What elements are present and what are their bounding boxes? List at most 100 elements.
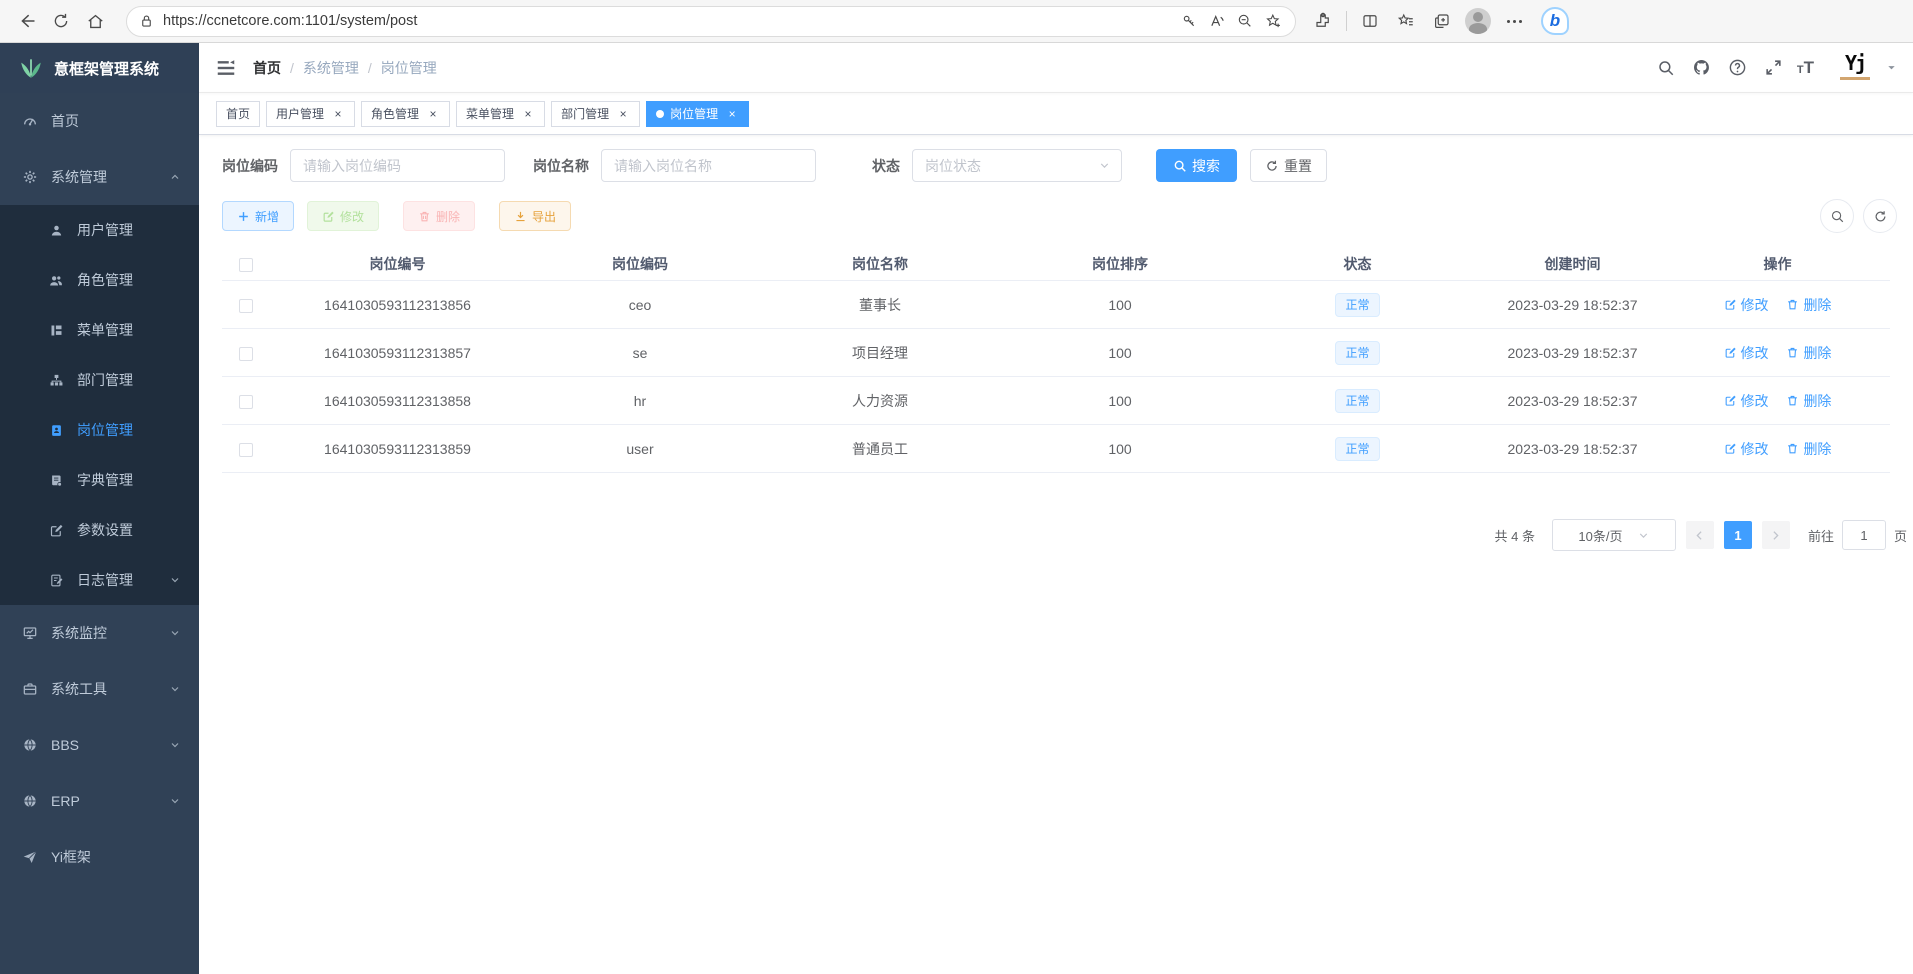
sidebar-item-logs[interactable]: 日志管理 — [0, 555, 199, 605]
sidebar-item-system[interactable]: 系统管理 — [0, 149, 199, 205]
page-1-button[interactable]: 1 — [1724, 521, 1752, 549]
github-button[interactable] — [1689, 55, 1715, 81]
collections-button[interactable] — [1425, 4, 1459, 38]
cell-post-id: 1641030593112313856 — [270, 297, 525, 313]
cell-post-name: 项目经理 — [755, 343, 1005, 363]
status-select[interactable]: 岗位状态 — [912, 149, 1122, 182]
tab-posts-active[interactable]: 岗位管理× — [646, 101, 749, 127]
toggle-search-button[interactable] — [1820, 199, 1854, 233]
fullscreen-button[interactable] — [1761, 55, 1787, 81]
search-button[interactable]: 搜索 — [1156, 149, 1237, 182]
close-icon[interactable]: × — [426, 107, 440, 121]
user-menu-caret[interactable] — [1886, 62, 1897, 73]
github-icon — [1692, 58, 1711, 77]
goto-page-input[interactable] — [1842, 520, 1886, 550]
help-icon — [1728, 58, 1747, 77]
cell-actions: 修改 删除 — [1665, 343, 1890, 363]
sidebar-item-dictionary[interactable]: 字典管理 — [0, 455, 199, 505]
sidebar-item-home[interactable]: 首页 — [0, 93, 199, 149]
prev-page-button[interactable] — [1686, 521, 1714, 549]
add-button[interactable]: 新增 — [222, 201, 294, 231]
row-delete-link[interactable]: 删除 — [1786, 343, 1831, 363]
next-page-button[interactable] — [1762, 521, 1790, 549]
post-name-input[interactable] — [601, 149, 816, 182]
cell-post-sort: 100 — [1005, 441, 1235, 457]
row-edit-link[interactable]: 修改 — [1724, 439, 1769, 459]
close-icon[interactable]: × — [331, 107, 345, 121]
address-bar[interactable]: https://ccnetcore.com:1101/system/post — [126, 6, 1296, 37]
sidebar-item-yi-framework[interactable]: Yi框架 — [0, 829, 199, 885]
page-size-select[interactable]: 10条/页 — [1552, 519, 1676, 551]
home-icon — [86, 12, 105, 31]
home-button[interactable] — [78, 4, 112, 38]
profile-button[interactable] — [1461, 4, 1495, 38]
cell-post-id: 1641030593112313858 — [270, 393, 525, 409]
sidebar-item-users[interactable]: 用户管理 — [0, 205, 199, 255]
breadcrumb-home[interactable]: 首页 — [253, 58, 281, 78]
back-button[interactable] — [10, 4, 44, 38]
sidebar-item-bbs[interactable]: BBS — [0, 717, 199, 773]
select-all-checkbox[interactable] — [239, 258, 253, 272]
favorites-hub-button[interactable] — [1389, 4, 1423, 38]
sidebar-item-roles[interactable]: 角色管理 — [0, 255, 199, 305]
fold-icon — [215, 57, 237, 79]
read-aloud-button[interactable] — [1203, 7, 1231, 35]
favorite-add-icon — [1265, 13, 1282, 30]
sidebar-item-parameters[interactable]: 参数设置 — [0, 505, 199, 555]
sidebar-item-posts[interactable]: 岗位管理 — [0, 405, 199, 455]
close-icon[interactable]: × — [521, 107, 535, 121]
sidebar-item-departments[interactable]: 部门管理 — [0, 355, 199, 405]
row-edit-link[interactable]: 修改 — [1724, 391, 1769, 411]
fullscreen-icon — [1764, 58, 1783, 77]
row-checkbox[interactable] — [239, 395, 253, 409]
delete-button[interactable]: 删除 — [403, 201, 475, 231]
tab-departments[interactable]: 部门管理× — [551, 101, 640, 127]
row-checkbox[interactable] — [239, 443, 253, 457]
filter-form: 岗位编码 岗位名称 状态 岗位状态 搜索 重置 — [222, 149, 1913, 182]
chevron-down-icon — [1098, 159, 1111, 172]
collections-icon — [1433, 12, 1451, 30]
sidebar-fold-button[interactable] — [215, 57, 237, 79]
bing-copilot-button[interactable]: b — [1541, 7, 1569, 35]
password-button[interactable] — [1175, 7, 1203, 35]
chevron-up-icon — [169, 171, 181, 183]
sidebar-item-erp[interactable]: ERP — [0, 773, 199, 829]
zoom-out-button[interactable] — [1231, 7, 1259, 35]
row-delete-link[interactable]: 删除 — [1786, 391, 1831, 411]
text-size-button[interactable]: TT — [1797, 59, 1814, 76]
tab-roles[interactable]: 角色管理× — [361, 101, 450, 127]
extensions-button[interactable] — [1306, 4, 1340, 38]
edit-square-icon — [1724, 298, 1737, 311]
row-delete-link[interactable]: 删除 — [1786, 295, 1831, 315]
help-button[interactable] — [1725, 55, 1751, 81]
refresh-table-button[interactable] — [1863, 199, 1897, 233]
favorites-hub-icon — [1397, 12, 1415, 30]
reset-button[interactable]: 重置 — [1250, 149, 1327, 182]
row-checkbox[interactable] — [239, 299, 253, 313]
sidebar-item-menus[interactable]: 菜单管理 — [0, 305, 199, 355]
export-button[interactable]: 导出 — [499, 201, 571, 231]
tab-users[interactable]: 用户管理× — [266, 101, 355, 127]
refresh-button[interactable] — [44, 4, 78, 38]
user-avatar[interactable]: Yj — [1836, 51, 1874, 85]
row-delete-link[interactable]: 删除 — [1786, 439, 1831, 459]
header-search-button[interactable] — [1653, 55, 1679, 81]
cell-post-id: 1641030593112313859 — [270, 441, 525, 457]
close-icon[interactable]: × — [725, 107, 739, 121]
tab-menus[interactable]: 菜单管理× — [456, 101, 545, 127]
post-code-input[interactable] — [290, 149, 505, 182]
favorite-add-button[interactable] — [1259, 7, 1287, 35]
table-row: 1641030593112313856 ceo 董事长 100 正常 2023-… — [222, 281, 1890, 329]
split-screen-button[interactable] — [1353, 4, 1387, 38]
close-icon[interactable]: × — [616, 107, 630, 121]
row-checkbox[interactable] — [239, 347, 253, 361]
tab-home[interactable]: 首页 — [216, 101, 260, 127]
row-edit-link[interactable]: 修改 — [1724, 343, 1769, 363]
edit-button[interactable]: 修改 — [307, 201, 379, 231]
total-count: 共 4 条 — [1495, 526, 1535, 545]
row-edit-link[interactable]: 修改 — [1724, 295, 1769, 315]
sidebar-item-monitor[interactable]: 系统监控 — [0, 605, 199, 661]
settings-menu-button[interactable] — [1497, 4, 1531, 38]
sidebar-item-tools[interactable]: 系统工具 — [0, 661, 199, 717]
table-settings — [1820, 199, 1897, 233]
